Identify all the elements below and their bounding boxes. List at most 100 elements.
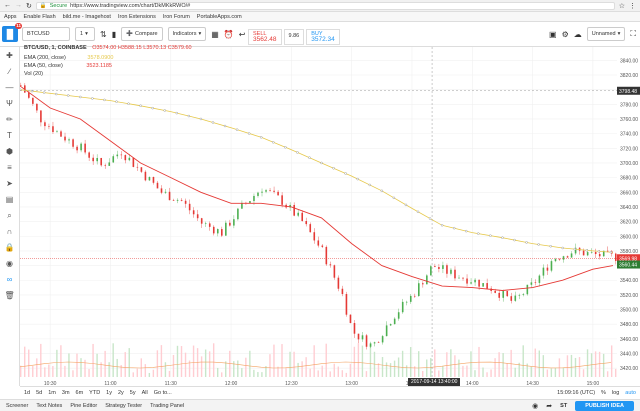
- ema200-marker: [597, 250, 601, 253]
- candle: [446, 265, 448, 274]
- buy-button[interactable]: BUY 3572.34: [306, 29, 340, 45]
- bar-style-icon[interactable]: ⇅: [100, 30, 107, 39]
- camera-icon[interactable]: ☁: [574, 30, 582, 39]
- compare-button[interactable]: ➕ Compare: [121, 27, 163, 41]
- forward-icon[interactable]: →: [15, 2, 22, 9]
- bookmark-apps[interactable]: Apps: [4, 14, 17, 20]
- candle: [124, 155, 127, 161]
- scale-auto[interactable]: auto: [625, 390, 636, 396]
- price-axis[interactable]: 3420.00 3440.00 3460.00 3480.00 3500.00 3520.…: [617, 47, 640, 386]
- indicators-button[interactable]: Indicators ▾: [167, 27, 207, 41]
- candle-style-icon[interactable]: ▮: [112, 30, 116, 39]
- utc-clock[interactable]: 15:09:16 (UTC): [557, 390, 595, 396]
- range-1m[interactable]: 1m: [48, 390, 56, 396]
- menu-icon[interactable]: ⋮: [629, 2, 636, 10]
- candle: [44, 122, 46, 127]
- scale-percent[interactable]: %: [601, 390, 606, 396]
- camera-icon[interactable]: ◉: [532, 402, 538, 410]
- range-2y[interactable]: 2y: [118, 390, 124, 396]
- ema200-marker: [247, 132, 251, 135]
- bookmark-iron-forum[interactable]: Iron Forum: [163, 14, 190, 20]
- bookmark-iron-extensions[interactable]: Iron Extensions: [118, 14, 156, 20]
- fib-icon[interactable]: ≡: [5, 163, 15, 173]
- brush-icon[interactable]: ✏: [5, 115, 15, 125]
- eye-icon[interactable]: ◉: [5, 259, 15, 269]
- ema200-marker: [549, 245, 552, 248]
- range-1y[interactable]: 1y: [106, 390, 112, 396]
- candle: [92, 157, 94, 162]
- tab-strategy-tester[interactable]: Strategy Tester: [105, 403, 142, 409]
- legend-ema50[interactable]: EMA (50, close) 3523.1185: [24, 63, 112, 69]
- candle: [204, 223, 207, 225]
- browser-address-bar: ← → ↻ 🔒 Secure https://www.tradingview.c…: [0, 0, 640, 12]
- tab-screener[interactable]: Screener: [6, 403, 28, 409]
- trash-icon[interactable]: 🗑: [5, 291, 15, 301]
- volume-bar: [606, 371, 609, 377]
- legend-ema200[interactable]: EMA (200, close) 3578.0900: [24, 55, 113, 61]
- sell-button[interactable]: SELL 3562.48: [248, 29, 282, 45]
- pitchfork-icon[interactable]: Ψ: [5, 99, 15, 109]
- star-icon[interactable]: ☆: [619, 2, 625, 10]
- volume-bar: [84, 359, 86, 377]
- tab-trading-panel[interactable]: Trading Panel: [150, 403, 184, 409]
- stocktwits-icon[interactable]: ST: [560, 403, 567, 409]
- layout-icon[interactable]: ▣: [549, 30, 557, 39]
- crosshair-icon[interactable]: ✚: [5, 51, 15, 61]
- tradingview-logo[interactable]: █ 11: [2, 23, 22, 42]
- settings-icon[interactable]: ⚙: [562, 30, 569, 39]
- range-1d[interactable]: 1d: [24, 390, 30, 396]
- url-field[interactable]: 🔒 Secure https://www.tradingview.com/cha…: [35, 1, 615, 10]
- horizontal-line-icon[interactable]: ―: [5, 83, 15, 93]
- candle: [385, 325, 388, 337]
- range-5d[interactable]: 5d: [36, 390, 42, 396]
- layout-name-button[interactable]: Unnamed ▾: [586, 27, 626, 41]
- tab-text-notes[interactable]: Text Notes: [36, 403, 62, 409]
- ema200-marker: [139, 104, 142, 107]
- pattern-icon[interactable]: ⬢: [5, 147, 15, 157]
- text-tool-icon[interactable]: T: [5, 131, 15, 141]
- candle: [273, 190, 275, 192]
- publish-idea-button[interactable]: PUBLISH IDEA: [575, 400, 634, 411]
- candle: [353, 322, 356, 334]
- candle: [180, 199, 183, 201]
- price-tick-label: 3780.00: [620, 102, 638, 108]
- candle: [494, 290, 496, 293]
- fullscreen-icon[interactable]: ⛶: [630, 29, 636, 39]
- bookmark-enable-flash[interactable]: Enable Flash: [24, 14, 56, 20]
- arrow-icon[interactable]: ➤: [5, 179, 15, 189]
- zoom-icon[interactable]: ⌕: [5, 211, 15, 221]
- range-all[interactable]: All: [142, 390, 148, 396]
- share-icon[interactable]: ➦: [546, 402, 552, 410]
- lock-drawings-icon[interactable]: 🔒: [5, 243, 15, 253]
- price-tick-label: 3420.00: [620, 366, 638, 372]
- goto-date[interactable]: Go to...: [154, 390, 172, 396]
- lock-icon: 🔒: [39, 2, 47, 9]
- legend-volume[interactable]: Vol (20): [24, 71, 43, 77]
- link-icon[interactable]: ∞: [5, 275, 15, 285]
- ema200-marker: [477, 232, 480, 235]
- tab-pine-editor[interactable]: Pine Editor: [70, 403, 97, 409]
- magnet-icon[interactable]: ∩: [5, 227, 15, 237]
- range-6m[interactable]: 6m: [76, 390, 84, 396]
- range-ytd[interactable]: YTD: [89, 390, 100, 396]
- alert-icon[interactable]: ⏰: [224, 30, 234, 39]
- range-5y[interactable]: 5y: [130, 390, 136, 396]
- interval-select[interactable]: 1 ▾: [75, 27, 95, 41]
- volume-bar: [144, 364, 147, 377]
- reload-icon[interactable]: ↻: [26, 2, 32, 10]
- templates-icon[interactable]: ▦: [211, 30, 219, 39]
- price-chart[interactable]: 10:3011:0011:3012:0012:3013:0013:3014:00…: [20, 47, 617, 386]
- back-icon[interactable]: ←: [4, 2, 11, 9]
- volume-bar: [176, 345, 179, 377]
- bookmark-bildme[interactable]: bild.me - Imagehost: [63, 14, 111, 20]
- candle: [233, 219, 235, 226]
- bookmark-portableapps[interactable]: PortableApps.com: [197, 14, 242, 20]
- ema200-marker: [489, 234, 492, 237]
- measure-icon[interactable]: ▤: [5, 195, 15, 205]
- replay-icon[interactable]: ↩: [239, 30, 246, 39]
- trendline-icon[interactable]: ∕: [5, 67, 15, 77]
- volume-bar: [216, 367, 219, 377]
- scale-log[interactable]: log: [612, 390, 619, 396]
- symbol-search[interactable]: BTCUSD: [22, 27, 70, 41]
- range-3m[interactable]: 3m: [62, 390, 70, 396]
